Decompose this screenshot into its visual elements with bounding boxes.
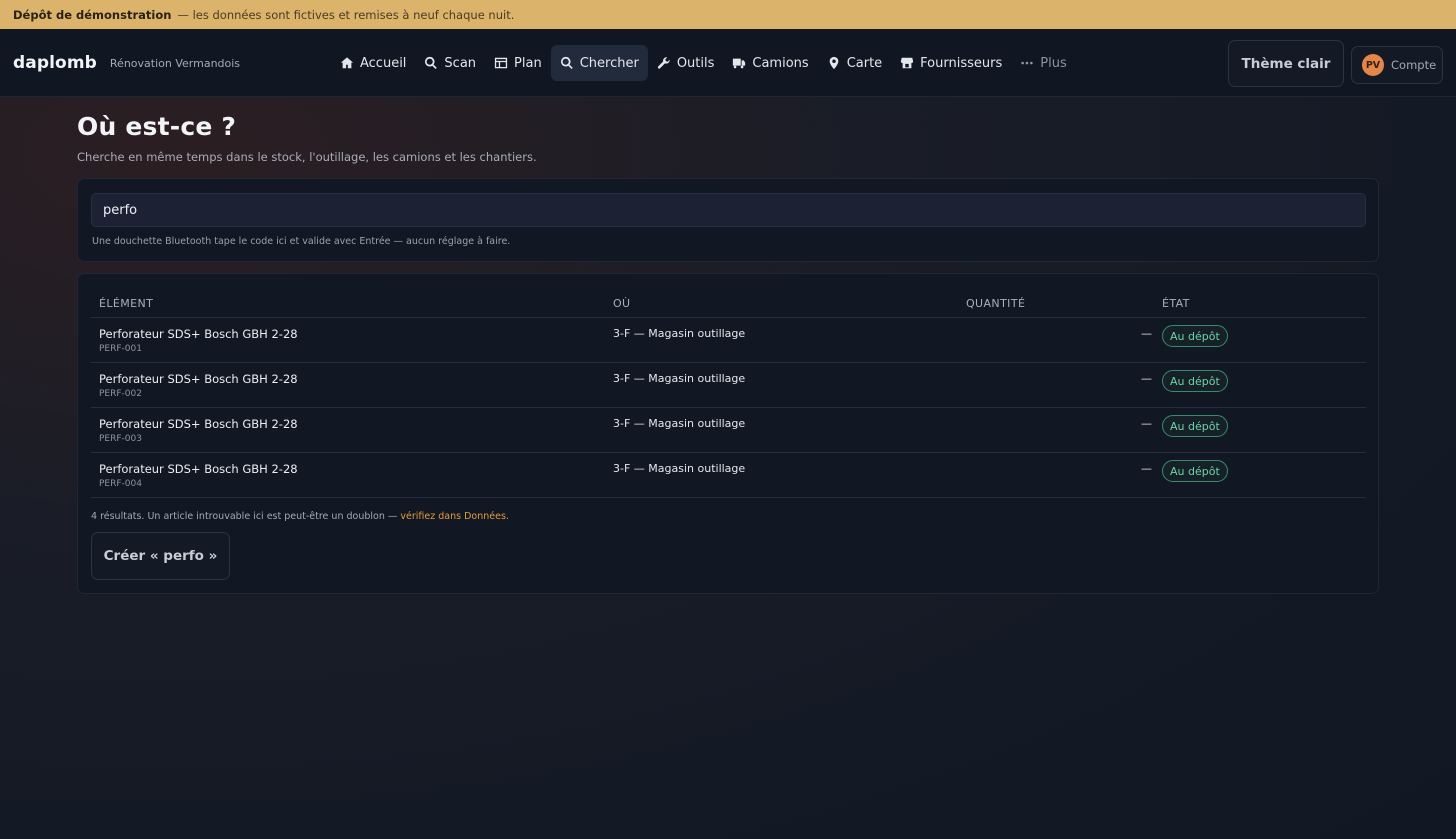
demo-banner: Dépôt de démonstration — les données son… [0,0,1456,29]
status-badge: Au dépôt [1162,370,1228,392]
item-quantity: — [1141,462,1152,475]
column-header-status: État [1162,297,1190,310]
home-icon [340,57,354,69]
item-name: Perforateur SDS+ Bosch GBH 2-28 [99,327,298,341]
item-location: 3-F — Magasin outillage [613,372,746,385]
search-icon [560,56,573,70]
theme-toggle-button[interactable]: Thème clair [1228,40,1344,87]
item-code: PERF-001 [99,344,142,354]
brand-logo[interactable]: daplomb [13,53,97,73]
nav-item-label: Camions [752,55,809,71]
item-location: 3-F — Magasin outillage [613,462,746,475]
item-quantity: — [1141,327,1152,340]
search-hint: Une douchette Bluetooth tape le code ici… [92,236,511,247]
status-badge: Au dépôt [1162,460,1228,482]
nav-item-label: Scan [444,55,477,71]
item-name: Perforateur SDS+ Bosch GBH 2-28 [99,417,298,431]
nav-item-label: Plus [1040,55,1067,71]
create-item-button[interactable]: Créer « perfo » [91,532,230,580]
page-subtitle: Cherche en même temps dans le stock, l'o… [77,150,537,164]
organization-name: Rénovation Vermandois [109,56,241,70]
nav-item-label: Accueil [360,55,407,71]
search-card: Une douchette Bluetooth tape le code ici… [77,178,1379,262]
item-name: Perforateur SDS+ Bosch GBH 2-28 [99,462,298,476]
account-label: Compte [1391,58,1437,72]
table-header: Élément Où Quantité État [91,288,1366,318]
column-header-element: Élément [99,297,154,310]
wrench-icon [657,57,670,69]
nav-item-label: Carte [846,55,883,71]
nav-item-label: Fournisseurs [920,55,1003,71]
table-row[interactable]: Perforateur SDS+ Bosch GBH 2-28 PERF-004… [91,453,1366,498]
results-card: Élément Où Quantité État Perforateur SDS… [77,273,1379,594]
results-table: Élément Où Quantité État Perforateur SDS… [91,288,1366,498]
nav-item-outils[interactable]: Outils [648,45,724,81]
item-code: PERF-003 [99,434,142,444]
column-header-location: Où [613,297,631,310]
item-quantity: — [1141,372,1152,385]
column-header-quantity: Quantité [966,297,1026,310]
nav-item-plan[interactable]: Plan [485,45,551,81]
table-row[interactable]: Perforateur SDS+ Bosch GBH 2-28 PERF-001… [91,318,1366,363]
nav-item-plus[interactable]: Plus [1011,45,1075,81]
plan-icon [494,57,508,69]
page-title: Où est-ce ? [77,112,237,141]
nav-item-label: Chercher [579,55,639,71]
top-navigation-bar: daplomb Rénovation Vermandois Accueil Sc… [0,29,1456,97]
map-pin-icon [829,56,839,70]
table-row[interactable]: Perforateur SDS+ Bosch GBH 2-28 PERF-002… [91,363,1366,408]
nav-item-fournisseurs[interactable]: Fournisseurs [891,45,1011,81]
truck-icon [733,58,746,69]
nav-item-carte[interactable]: Carte [818,45,891,81]
item-location: 3-F — Magasin outillage [613,327,746,340]
status-badge: Au dépôt [1162,415,1228,437]
search-page: Où est-ce ? Cherche en même temps dans l… [77,112,1379,594]
search-icon [425,56,438,70]
nav-item-camions[interactable]: Camions [723,45,817,81]
item-quantity: — [1141,417,1152,430]
demo-banner-text: — les données sont fictives et remises à… [177,7,515,22]
item-code: PERF-002 [99,389,142,399]
search-input[interactable] [91,193,1366,227]
avatar: PV [1362,54,1384,76]
nav-item-label: Outils [676,55,715,71]
results-summary: 4 résultats. Un article introuvable ici … [91,511,509,522]
more-icon [1021,61,1033,65]
nav-item-accueil[interactable]: Accueil [331,45,415,81]
nav-item-label: Plan [514,55,542,71]
account-button[interactable]: PV Compte [1351,46,1443,84]
demo-banner-title: Dépôt de démonstration [13,7,172,22]
nav-item-scan[interactable]: Scan [415,45,485,81]
results-summary-text: 4 résultats. Un article introuvable ici … [91,511,398,522]
verify-data-link[interactable]: vérifiez dans Données. [400,511,509,522]
nav-item-chercher[interactable]: Chercher [550,45,648,81]
main-nav: Accueil Scan Plan Chercher Outils Camion… [331,45,1076,81]
item-name: Perforateur SDS+ Bosch GBH 2-28 [99,372,298,386]
store-icon [901,57,914,69]
table-row[interactable]: Perforateur SDS+ Bosch GBH 2-28 PERF-003… [91,408,1366,453]
brand: daplomb Rénovation Vermandois [13,29,240,97]
status-badge: Au dépôt [1162,325,1228,347]
item-code: PERF-004 [99,479,142,489]
item-location: 3-F — Magasin outillage [613,417,746,430]
